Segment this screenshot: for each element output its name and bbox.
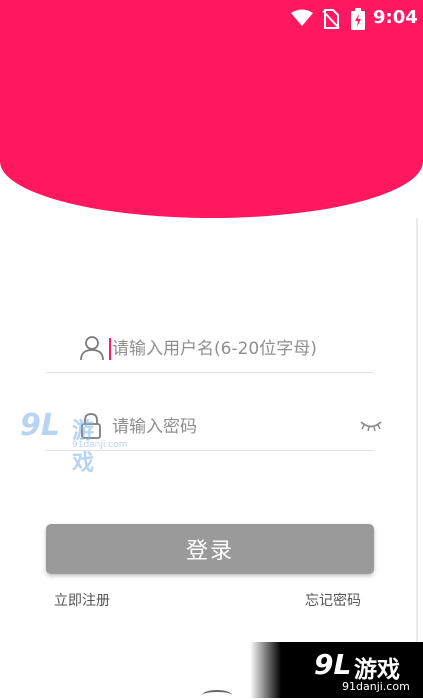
battery-charging-icon — [351, 8, 365, 35]
watermark-url: 91danji.com — [342, 680, 410, 693]
watermark-url: 91danji.com — [72, 440, 128, 450]
status-bar: 9:04 — [0, 0, 423, 36]
password-input[interactable] — [112, 412, 352, 442]
eye-closed-icon[interactable] — [360, 418, 382, 437]
user-icon — [80, 335, 104, 365]
watermark-number: 9L — [314, 648, 352, 681]
watermark-number: 9L — [20, 408, 60, 443]
login-button[interactable]: 登录 — [46, 524, 374, 574]
no-sim-icon — [322, 9, 340, 34]
divider — [416, 218, 418, 698]
register-link[interactable]: 立即注册 — [54, 590, 110, 610]
forgot-password-link[interactable]: 忘记密码 — [305, 590, 361, 610]
watermark-badge: 9L 游戏 91danji.com — [250, 642, 423, 698]
username-input[interactable] — [112, 334, 352, 364]
wifi-icon — [291, 9, 313, 32]
watermark-text: 游戏 — [354, 657, 400, 683]
text-cursor — [109, 338, 111, 360]
clock: 9:04 — [373, 7, 418, 28]
home-indicator — [202, 690, 232, 700]
username-field[interactable] — [46, 326, 374, 373]
